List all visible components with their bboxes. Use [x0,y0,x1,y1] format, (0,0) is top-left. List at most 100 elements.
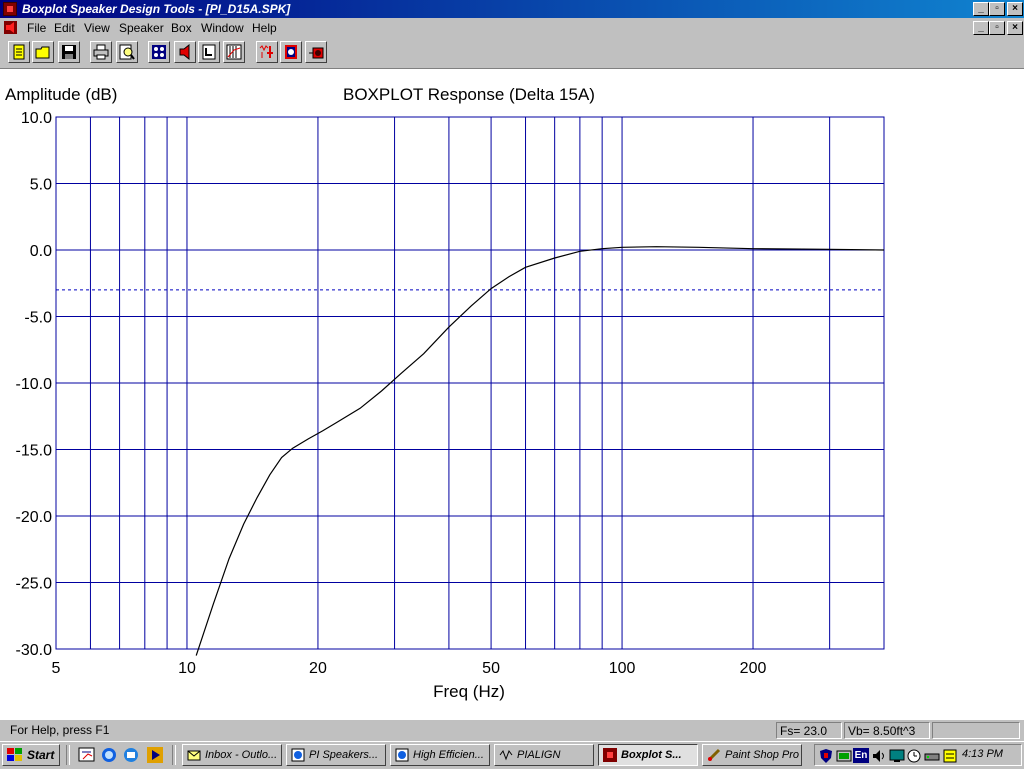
paintbrush-icon [707,748,721,762]
chart-icon [226,44,242,60]
x-tick-label: 10 [178,660,196,677]
x-tick-label: 5 [52,660,61,677]
y-tick-label: -10.0 [16,376,53,393]
speaker-button[interactable] [174,41,196,63]
task-label: Inbox - Outlo... [205,749,278,761]
internet-explorer-icon[interactable] [100,746,118,764]
x-tick-label: 100 [609,660,636,677]
task-label: Boxplot S... [621,749,682,761]
menu-window[interactable]: Window [201,21,244,35]
status-blank [932,722,1020,739]
y-tick-label: -30.0 [16,642,53,659]
amplifier-icon [309,47,324,59]
chart-button[interactable] [223,41,245,63]
save-disk-icon [62,45,76,59]
antivirus-shield-icon[interactable] [818,748,834,764]
doc-minimize-button[interactable]: _ [973,21,989,35]
box-icon [202,44,216,60]
task-pialign[interactable]: PIALIGN [494,744,594,766]
x-axis-label: Freq (Hz) [433,682,505,701]
boxplot-icon [603,748,617,762]
windows-logo-icon [7,748,22,761]
plot-area: Amplitude (dB) BOXPLOT Response (Delta 1… [0,69,1024,719]
taskbar-divider [66,745,70,765]
enclosure-button[interactable] [280,41,302,63]
start-label: Start [27,748,55,762]
box-button[interactable] [198,41,220,63]
crossover-icon [259,45,273,58]
menu-box[interactable]: Box [171,21,192,35]
minimize-button[interactable]: _ [973,2,989,16]
network-icon[interactable] [836,748,852,764]
close-button[interactable]: × [1007,2,1023,16]
browser-icon [395,748,409,762]
menu-file[interactable]: File [27,21,46,35]
outlook-express-icon[interactable] [122,746,140,764]
y-tick-label: -25.0 [16,576,53,593]
response-chart: Amplitude (dB) BOXPLOT Response (Delta 1… [5,85,885,701]
clock: 4:13 PM [962,748,1003,760]
inbox-icon [187,750,201,761]
crossover-button[interactable] [256,41,278,63]
menu-help[interactable]: Help [252,21,277,35]
print-icon [93,44,109,60]
task-pi-speakers[interactable]: PI Speakers... [286,744,386,766]
task-label: High Efficien... [413,749,484,761]
show-desktop-icon[interactable] [78,746,96,764]
menu-edit[interactable]: Edit [54,21,75,35]
task-label: PI Speakers... [309,749,379,761]
speaker-driver-icon [152,45,166,59]
restore-button[interactable]: ▫ [989,2,1005,16]
task-paint-shop-pro[interactable]: Paint Shop Pro [702,744,802,766]
new-file-icon [13,44,25,60]
start-button[interactable]: Start [2,744,60,766]
y-axis-label: Amplitude (dB) [5,85,117,104]
save-button[interactable] [58,41,80,63]
y-tick-label: -15.0 [16,443,53,460]
x-tick-label: 20 [309,660,327,677]
language-indicator[interactable]: En [853,748,869,763]
task-boxplot[interactable]: Boxplot S... [598,744,698,766]
doc-restore-button[interactable]: ▫ [989,21,1005,35]
scheduler-icon[interactable] [906,748,922,764]
doc-close-button[interactable]: × [1007,21,1023,35]
volume-icon[interactable] [871,748,887,764]
x-tick-label: 200 [740,660,767,677]
print-preview-button[interactable] [116,41,138,63]
x-tick-label: 50 [482,660,500,677]
amplifier-button[interactable] [305,41,327,63]
document-icon[interactable] [4,21,17,34]
enclosure-icon [285,45,297,59]
response-curve [195,246,885,656]
menu-view[interactable]: View [84,21,110,35]
print-preview-icon [119,44,135,60]
print-button[interactable] [90,41,112,63]
speaker-icon [179,44,190,60]
menu-speaker[interactable]: Speaker [119,21,164,35]
pialign-icon [499,749,513,761]
window-title: Boxplot Speaker Design Tools - [PI_D15A.… [22,2,291,16]
new-file-button[interactable] [8,41,30,63]
app-icon[interactable] [3,2,17,16]
speaker-driver-button[interactable] [148,41,170,63]
open-folder-icon [35,46,50,59]
task-label: Paint Shop Pro [725,749,799,761]
y-tick-label: 10.0 [21,110,52,127]
media-player-icon[interactable] [146,746,164,764]
modem-icon[interactable] [924,748,940,764]
task-label: PIALIGN [517,749,561,761]
task-high-efficiency[interactable]: High Efficien... [390,744,490,766]
task-outlook[interactable]: Inbox - Outlo... [182,744,282,766]
task-tray-icon[interactable] [942,748,958,764]
chart-title: BOXPLOT Response (Delta 15A) [343,85,595,104]
y-tick-label: 0.0 [30,243,52,260]
display-settings-icon[interactable] [889,748,905,764]
open-button[interactable] [32,41,54,63]
browser-icon [291,748,305,762]
y-tick-label: 5.0 [30,177,52,194]
status-fs: Fs= 23.0 [776,722,842,739]
y-tick-label: -20.0 [16,509,53,526]
taskbar-divider [172,745,176,765]
status-vb: Vb= 8.50ft^3 [844,722,930,739]
y-tick-label: -5.0 [24,310,52,327]
